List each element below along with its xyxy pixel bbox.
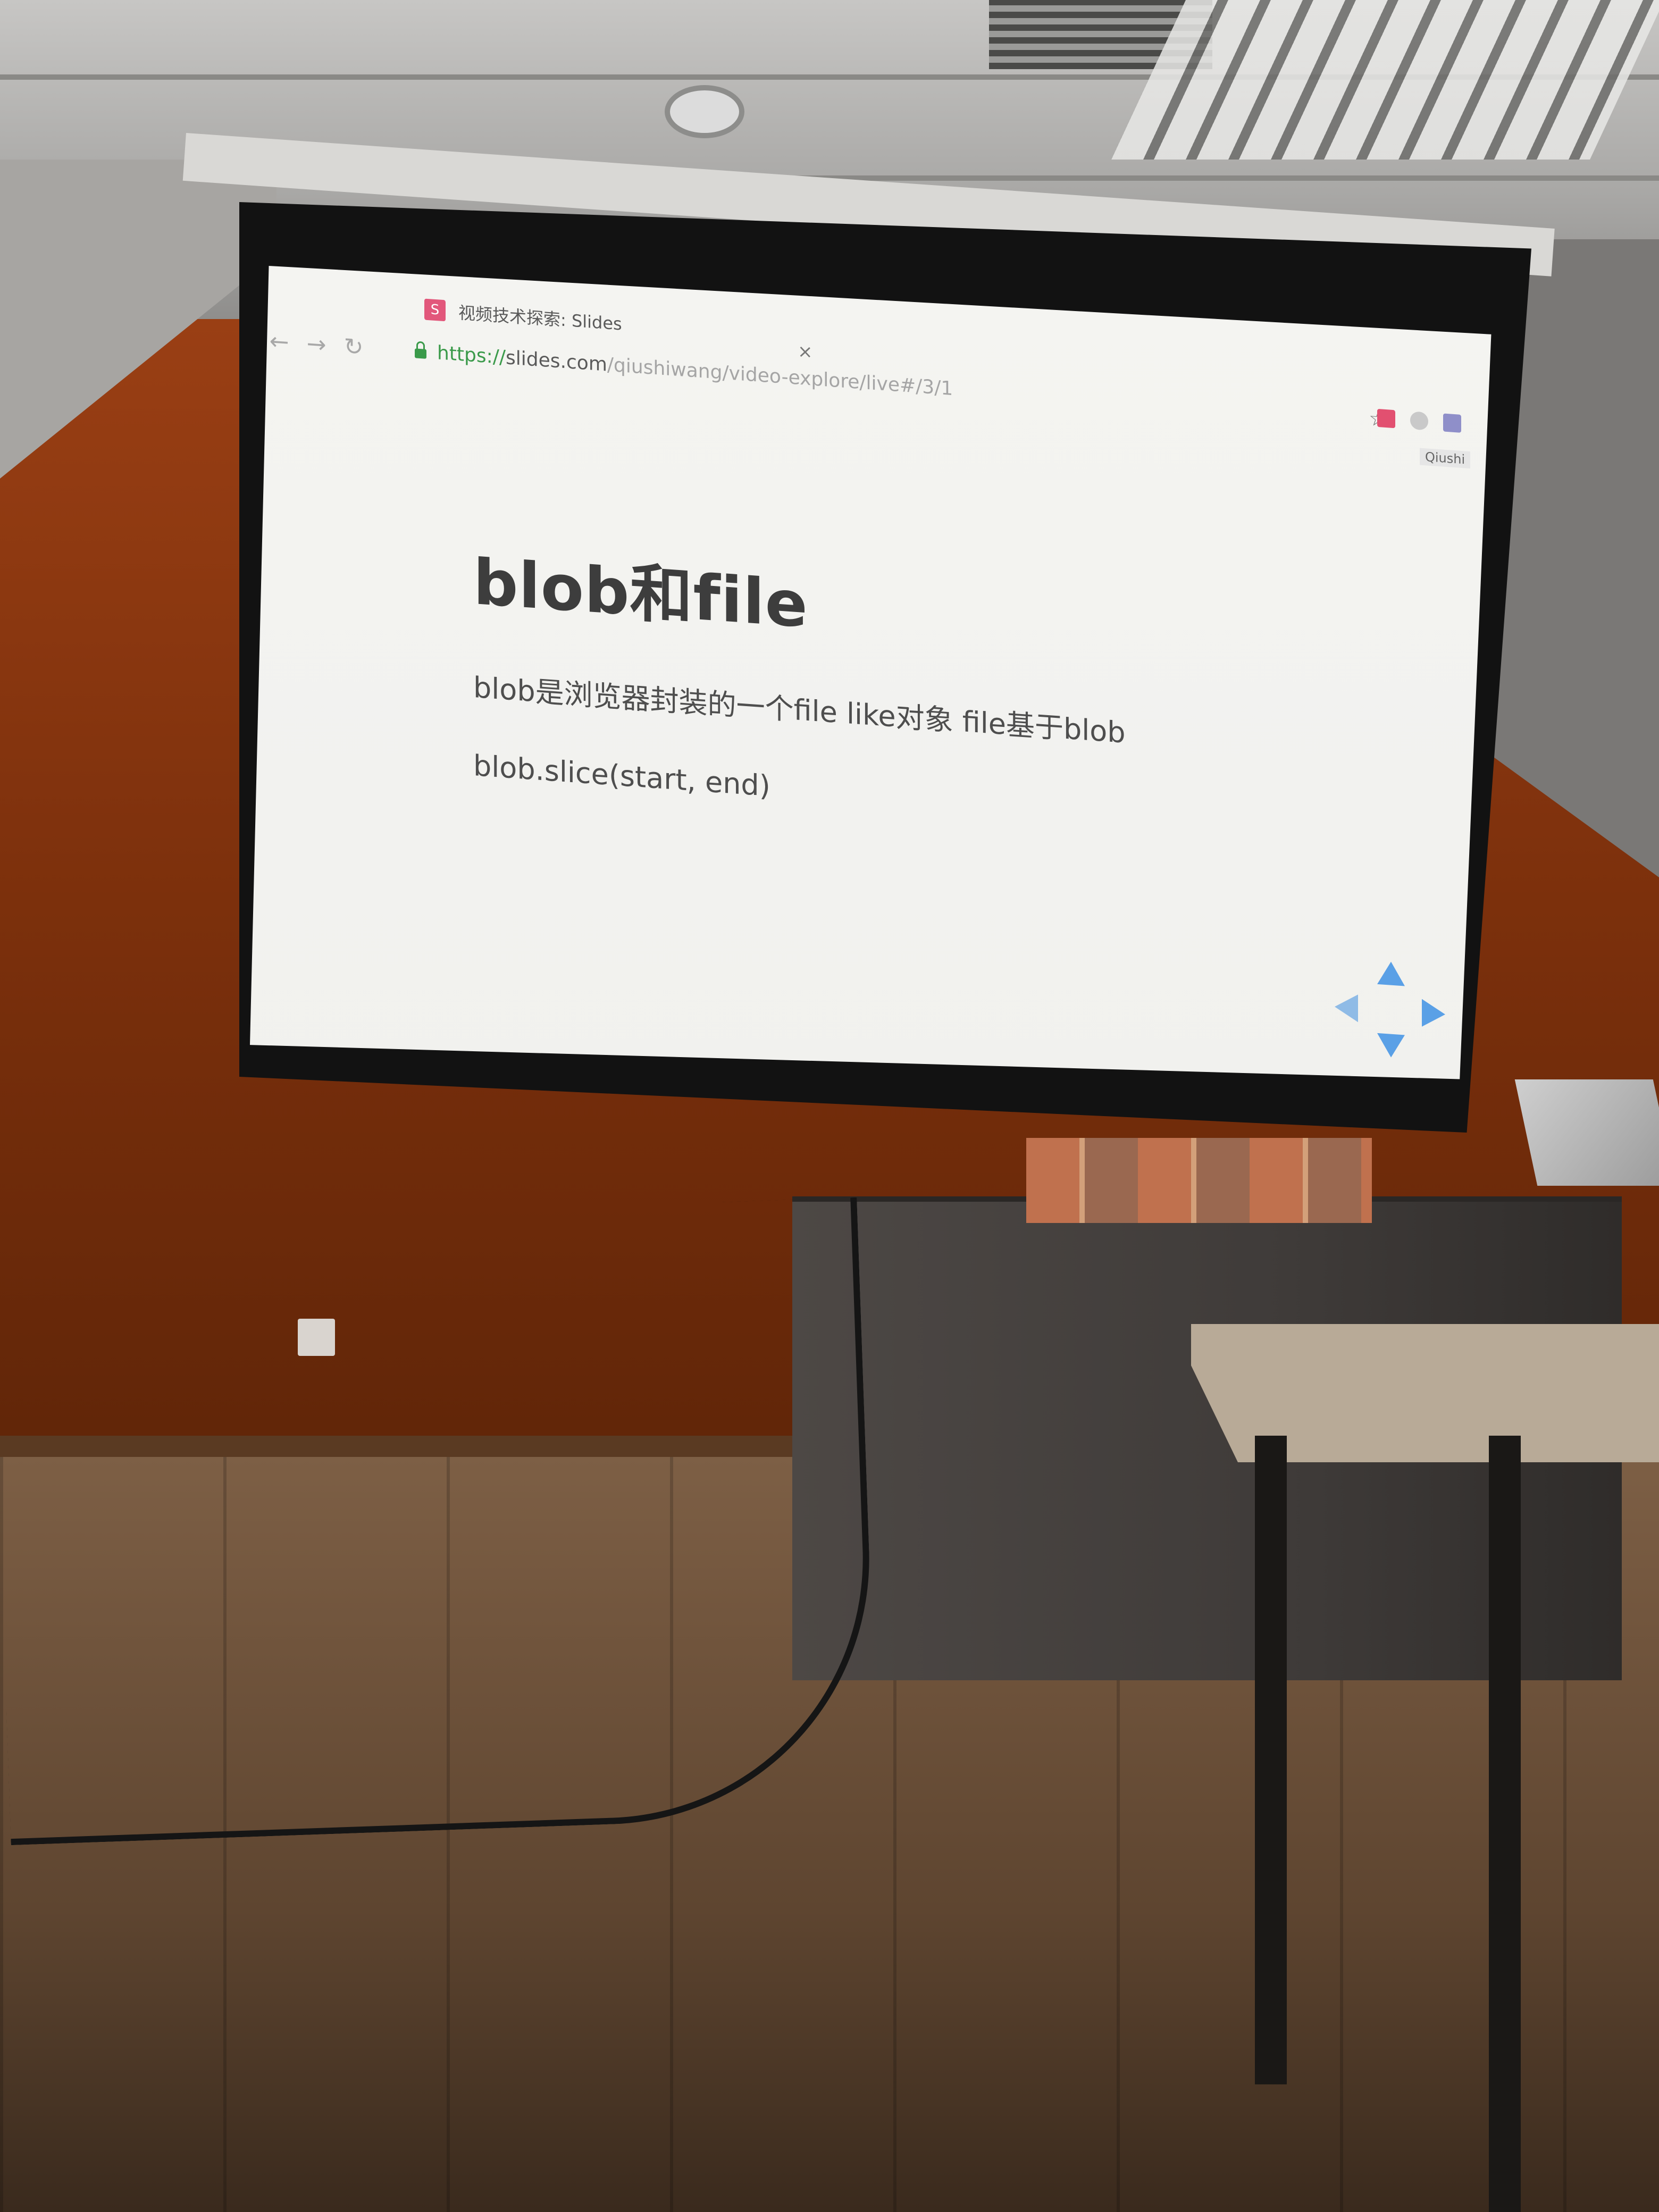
nav-left-arrow-icon[interactable] (1335, 993, 1358, 1023)
slide-navigation-controls (1335, 958, 1445, 1061)
ceiling-light (1111, 0, 1659, 160)
qr-code-icon[interactable] (1443, 413, 1461, 433)
lock-icon (415, 348, 426, 359)
slides-favicon-icon: S (424, 298, 446, 322)
product-boxes (1026, 1138, 1372, 1223)
table-leg (1489, 1436, 1521, 2212)
url-path: /qiushiwang/video-explore/live#/3/1 (607, 354, 953, 400)
laptop (1514, 1079, 1659, 1186)
floor-cable (0, 1197, 878, 1846)
tab-title: 视频技术探索: Slides (458, 303, 622, 334)
nav-right-arrow-icon[interactable] (1422, 999, 1445, 1028)
slide-code-line: blob.slice(start, end) (473, 748, 770, 803)
slide-text-line: blob是浏览器封装的一个file like对象 file基于blob (473, 670, 1126, 750)
forward-arrow-icon[interactable]: → (298, 329, 335, 359)
extension-icons (1377, 408, 1461, 433)
slide-title: blob和file (473, 544, 808, 642)
extension-icon[interactable] (1377, 408, 1395, 429)
profile-badge[interactable]: Qiushi (1420, 448, 1471, 469)
table-leg (1255, 1436, 1287, 2084)
ceiling-sprinkler (665, 85, 744, 138)
browser-window: S 视频技术探索: Slides × ← → ↻ https://slides.… (261, 266, 1492, 1079)
reload-icon[interactable]: ↻ (335, 332, 372, 362)
nav-up-arrow-icon[interactable] (1377, 960, 1405, 986)
projected-display: S 视频技术探索: Slides × ← → ↻ https://slides.… (250, 266, 1492, 1079)
nav-down-arrow-icon[interactable] (1377, 1033, 1405, 1059)
extension-icon[interactable] (1410, 411, 1428, 431)
url-host: slides.com (506, 346, 607, 376)
url-scheme: https:// (437, 341, 506, 368)
